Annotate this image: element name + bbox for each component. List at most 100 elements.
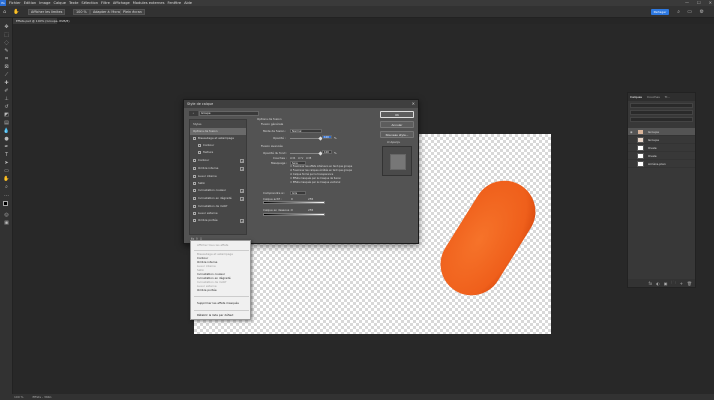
menu-view[interactable]: Affichage (113, 1, 130, 5)
add-effect-icon[interactable]: + (240, 196, 244, 201)
eraser-tool-icon[interactable]: ◩ (3, 112, 10, 118)
checkbox[interactable] (193, 181, 196, 185)
menu-layer[interactable]: Calque (53, 1, 65, 5)
blend-if-select[interactable]: Gris (290, 191, 306, 195)
shape-tool-icon[interactable]: ▭ (3, 168, 10, 174)
foreground-color-swatch[interactable] (3, 201, 8, 206)
menu-help[interactable]: Aide (184, 1, 192, 5)
option-checkbox[interactable]: ☑ Fusionner les calques écrêtés en tant … (290, 169, 352, 172)
trash-icon[interactable]: 🗑 (687, 281, 692, 286)
fill-opacity-input[interactable]: 100 (322, 150, 332, 154)
layer-filter-row[interactable] (630, 103, 693, 108)
menu-file[interactable]: Fichier (9, 1, 21, 5)
hand-tool-icon[interactable]: ✋ (3, 176, 10, 182)
checkbox[interactable] (193, 188, 196, 192)
menu-window[interactable]: Fenêtre (167, 1, 181, 5)
checkbox[interactable] (193, 218, 196, 222)
blend-mode-row[interactable] (630, 110, 693, 115)
checkbox[interactable] (193, 136, 196, 140)
effect-outer-glow[interactable]: Lueur externe (190, 210, 246, 217)
gradient-tool-icon[interactable]: ▤ (3, 120, 10, 126)
pen-tool-icon[interactable]: ✒ (3, 144, 10, 150)
option-checkbox[interactable]: ☑ Calque formé par la transparence (290, 173, 333, 176)
menu-filter[interactable]: Filtre (101, 1, 110, 5)
option-checkbox[interactable]: ☐ Effets masqués par le masque vectoriel (290, 181, 340, 184)
brush-tool-icon[interactable]: ✐ (3, 88, 10, 94)
menu-plugins[interactable]: Modules externes (133, 1, 165, 5)
document-info[interactable]: Effets - 36Ko (33, 395, 52, 399)
option-checkbox[interactable]: ☐ Effets masqués par le masque de fusion (290, 177, 341, 180)
layer-row[interactable]: ◉ Groupe (628, 128, 695, 136)
adjustment-icon[interactable]: ◐ (656, 281, 660, 286)
eye-icon[interactable]: ◉ (630, 128, 633, 136)
menu-item-delete-hidden[interactable]: Supprimer les effets masqués (197, 301, 239, 305)
crop-tool-icon[interactable]: ⌗ (3, 56, 10, 62)
checkbox[interactable] (193, 204, 196, 208)
preview-checkbox[interactable]: ☑ Aperçu (387, 140, 400, 144)
menu-item-drop-shadow[interactable]: Ombre portée (197, 288, 217, 292)
cancel-button[interactable]: Annuler (380, 121, 414, 128)
option-checkbox[interactable]: ☐ Fusionner les effets intérieurs en tan… (290, 165, 352, 168)
quick-select-tool-icon[interactable]: ✎ (3, 48, 10, 54)
add-effect-icon[interactable]: + (240, 158, 244, 163)
add-effect-icon[interactable]: + (240, 188, 244, 193)
tab-paths[interactable]: Tr... (665, 95, 670, 99)
style-search-input[interactable]: Groupe (199, 111, 259, 116)
this-layer-gradient-slider[interactable] (263, 201, 325, 204)
group-icon[interactable]: 🗀 (672, 280, 676, 287)
menu-image[interactable]: Image (39, 1, 50, 5)
checkbox[interactable] (193, 166, 196, 170)
workspace-icon[interactable]: ▭ (687, 9, 692, 15)
quick-mask-icon[interactable]: ◎ (3, 212, 10, 218)
layer-row[interactable]: Arrière-plan (628, 160, 695, 168)
underlying-layer-gradient-slider[interactable] (263, 213, 325, 216)
share-button[interactable]: Partager (651, 9, 669, 15)
blend-mode-select[interactable]: Normal (290, 129, 322, 133)
effect-stroke[interactable]: Contour + (190, 157, 246, 164)
opacity-input[interactable]: 100 (322, 135, 332, 139)
blur-tool-icon[interactable]: 💧 (3, 128, 10, 134)
healing-tool-icon[interactable]: ✚ (3, 80, 10, 86)
fill-opacity-slider[interactable] (290, 153, 320, 154)
eyedropper-tool-icon[interactable]: ⟋ (3, 72, 10, 78)
ok-button[interactable]: OK (380, 111, 414, 118)
effect-inner-glow[interactable]: Lueur interne (190, 173, 246, 180)
menu-type[interactable]: Texte (69, 1, 78, 5)
path-select-tool-icon[interactable]: ➤ (3, 160, 10, 166)
menu-select[interactable]: Sélection (81, 1, 98, 5)
effect-pattern-overlay[interactable]: Incrustation de motif (190, 203, 246, 210)
knockout-select[interactable]: Sans (290, 161, 306, 165)
tab-channels[interactable]: Couches (647, 95, 660, 99)
settings-icon[interactable]: ⚙ (700, 9, 704, 15)
channel-r-checkbox[interactable]: ☑ R (290, 156, 295, 160)
zoom-tool-icon[interactable]: ⌕ (3, 184, 10, 190)
checkbox[interactable] (193, 158, 196, 162)
mask-icon[interactable]: ▣ (664, 281, 668, 286)
new-style-button[interactable]: Nouveau style... (380, 131, 414, 138)
show-bounds-checkbox[interactable]: Afficher les limites (28, 9, 66, 15)
zoom-100-button[interactable]: 100 % (73, 9, 90, 15)
fill-screen-button[interactable]: Plein écran (120, 9, 145, 15)
menu-item-reset-default[interactable]: Rétablir la liste par défaut (197, 313, 233, 317)
dodge-tool-icon[interactable]: ● (3, 136, 10, 142)
effect-color-overlay[interactable]: Incrustation couleur + (190, 187, 246, 194)
effect-blending-options[interactable]: Options de fusion (190, 128, 246, 135)
effect-inner-shadow[interactable]: Ombre interne + (190, 165, 246, 172)
checkbox[interactable] (193, 196, 196, 200)
styles-header[interactable]: Styles (190, 121, 246, 128)
effect-satin[interactable]: Satin (190, 180, 246, 187)
stamp-tool-icon[interactable]: ⊥ (3, 96, 10, 102)
channel-g-checkbox[interactable]: ☑ V (298, 156, 303, 160)
menu-item-show-all[interactable]: Afficher tous les effets (197, 243, 228, 247)
close-icon[interactable]: ✕ (412, 100, 415, 108)
effect-drop-shadow[interactable]: Ombre portée + (190, 217, 246, 224)
add-effect-icon[interactable]: + (240, 218, 244, 223)
checkbox[interactable] (198, 143, 201, 147)
history-brush-icon[interactable]: ↺ (3, 104, 10, 110)
layer-row[interactable]: Ovale (628, 152, 695, 160)
effect-contour-sub[interactable]: Contour (190, 142, 246, 149)
tab-layers[interactable]: Calques (630, 95, 642, 99)
layer-row[interactable]: Groupe (628, 136, 695, 144)
layer-row[interactable]: Ovale (628, 144, 695, 152)
link-layers-icon[interactable]: fx (649, 281, 653, 286)
